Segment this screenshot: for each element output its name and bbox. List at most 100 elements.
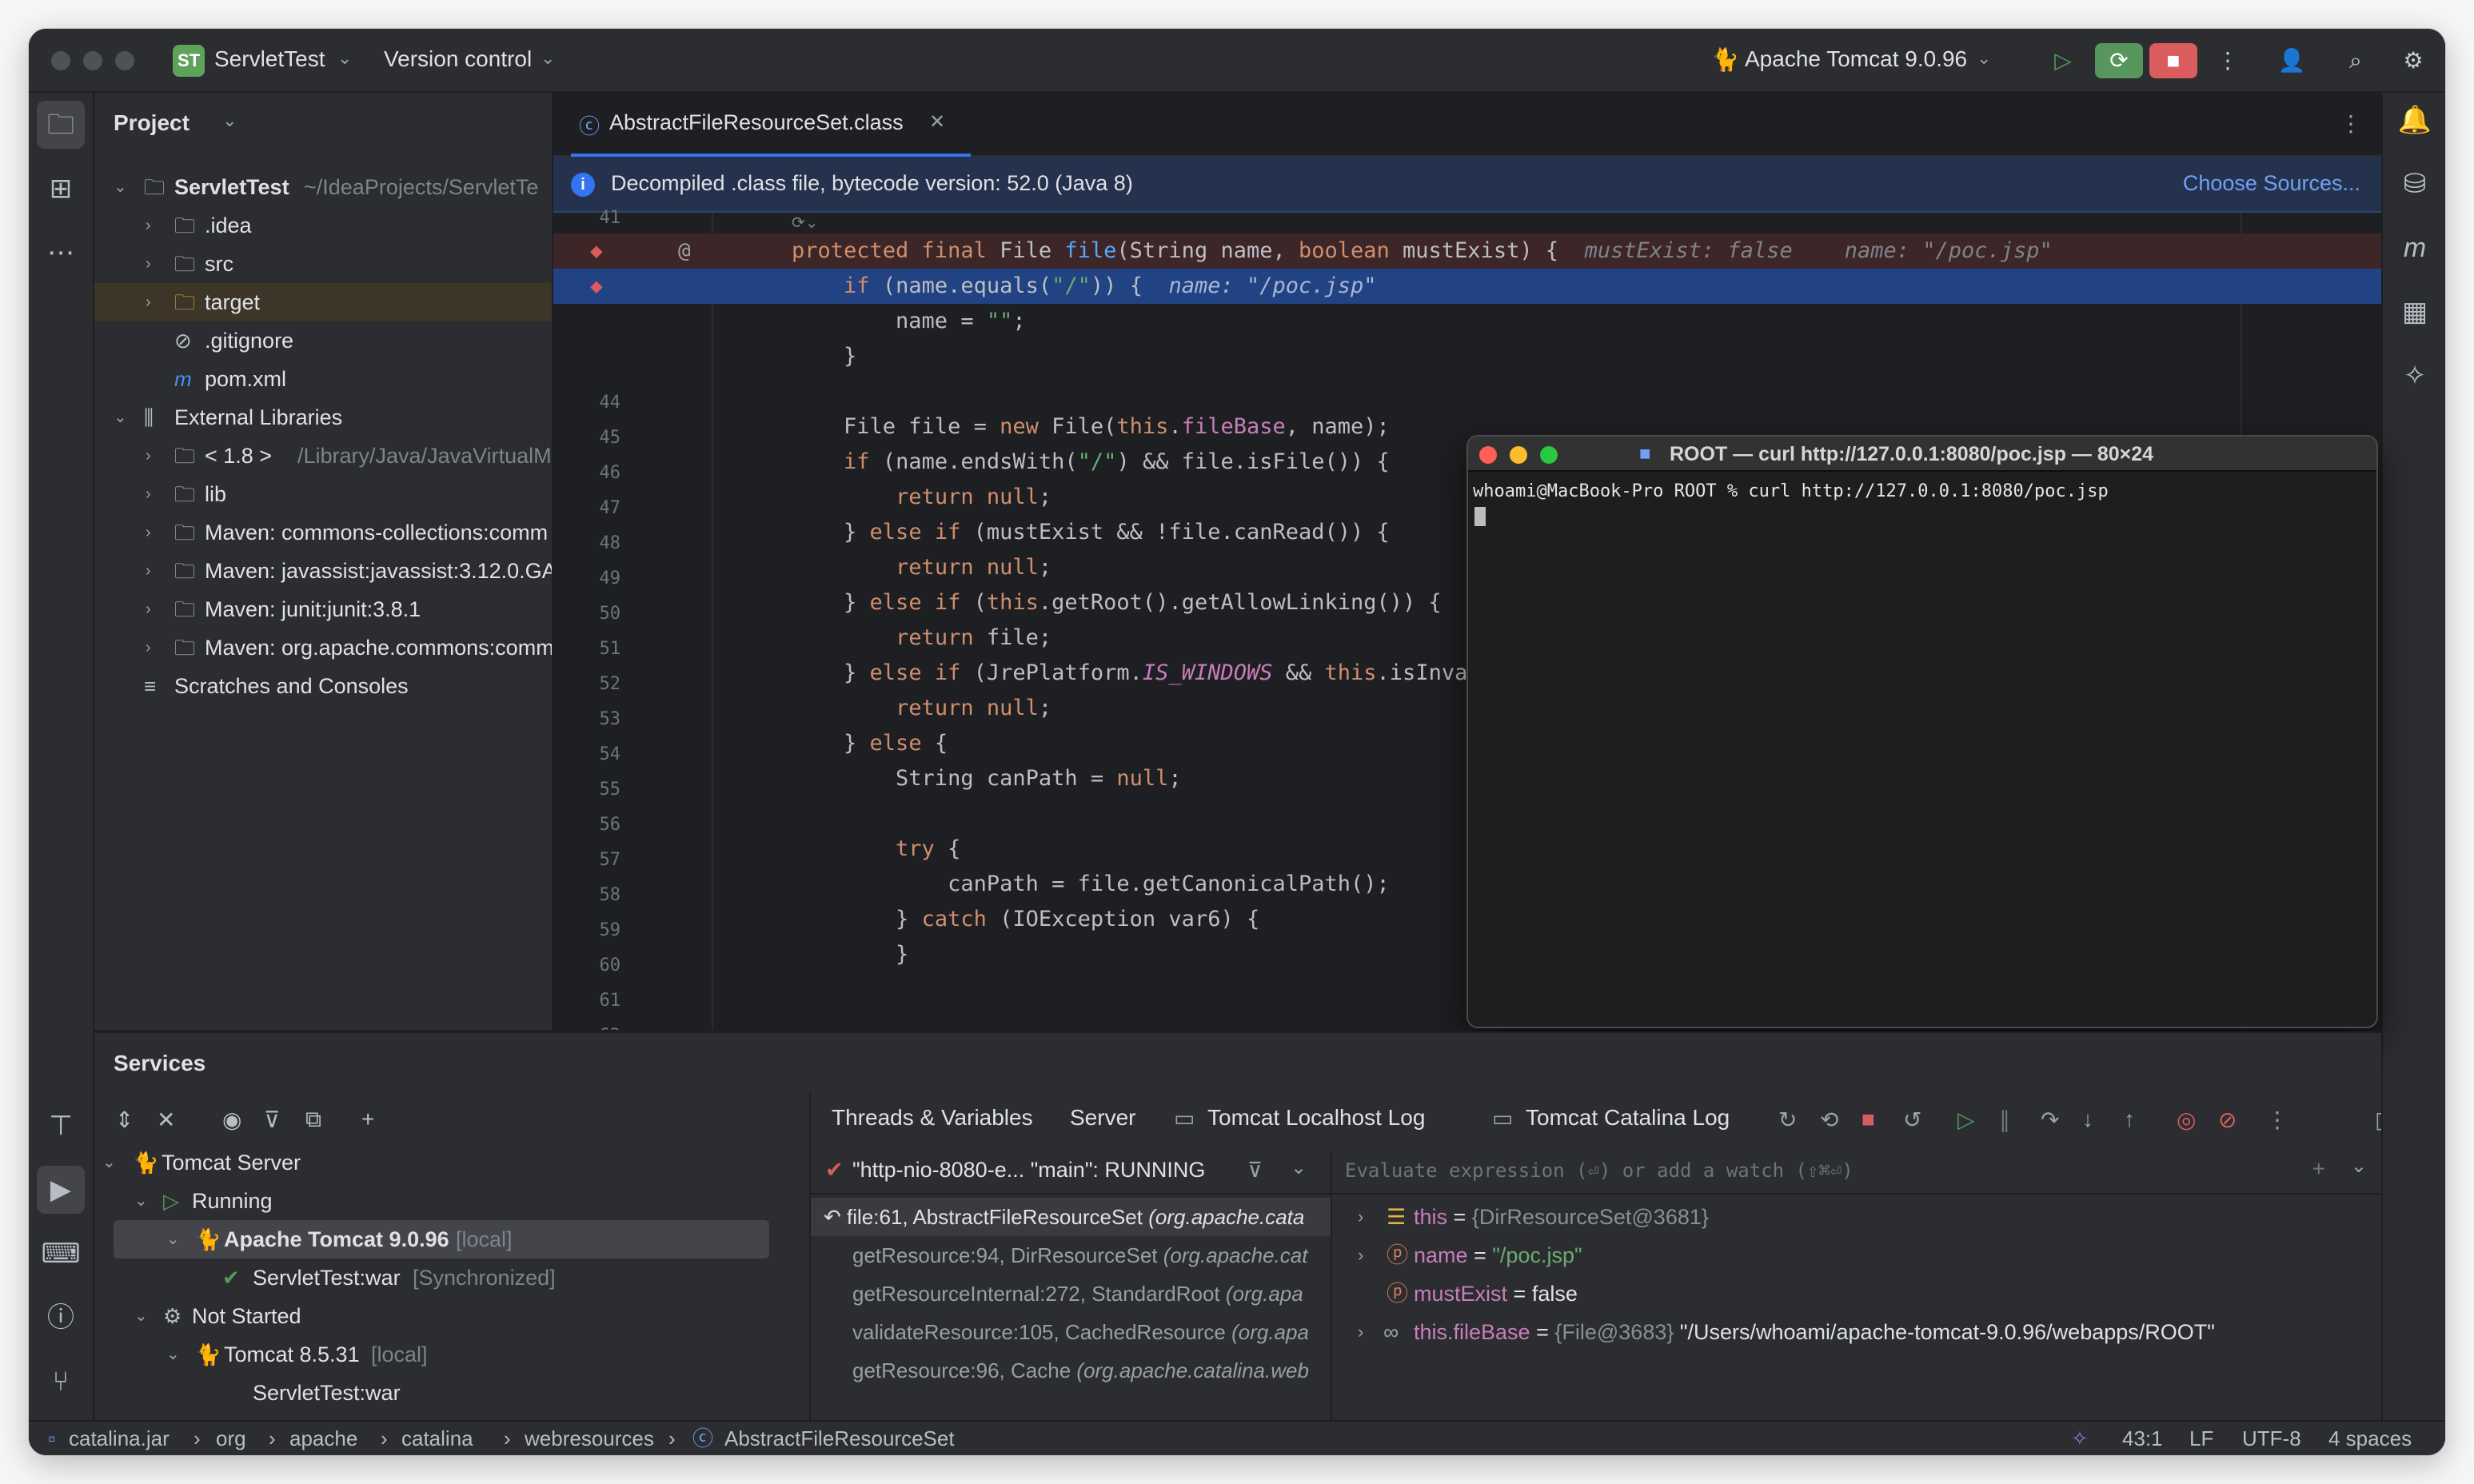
code-line[interactable]: ◆ @ protected final File file(String nam…	[553, 233, 2381, 269]
structure-icon[interactable]: ⊞	[37, 165, 85, 213]
run-configuration[interactable]: Apache Tomcat 9.0.96	[1745, 46, 1967, 72]
stop-icon[interactable]: ■	[2149, 43, 2197, 78]
notifications-icon[interactable]: 🔔	[2391, 96, 2439, 144]
tab-server[interactable]: Server	[1070, 1105, 1135, 1131]
calculator-icon[interactable]: ▦	[2391, 288, 2439, 336]
terminal-window[interactable]: ■ ROOT — curl http://127.0.0.1:8080/poc.…	[1466, 435, 2378, 1028]
service-node[interactable]: ✔ ServletTest:war [Synchronized]	[94, 1259, 782, 1297]
stack-frame[interactable]: validateResource:105, CachedResource (or…	[811, 1313, 1331, 1351]
file-encoding[interactable]: UTF-8	[2242, 1422, 2301, 1455]
filter-icon[interactable]: ⊽	[264, 1107, 281, 1133]
chevron-right-icon[interactable]: ›	[1358, 1313, 1363, 1351]
add-watch-icon[interactable]: +	[2312, 1156, 2325, 1182]
breadcrumb[interactable]: webresources	[525, 1422, 654, 1455]
chevron-right-icon[interactable]: ›	[146, 283, 151, 321]
chevron-right-icon[interactable]: ›	[1358, 1198, 1363, 1236]
tab-catalina-log[interactable]: Tomcat Catalina Log	[1526, 1105, 1730, 1131]
expand-icon[interactable]: ⌄	[134, 1182, 148, 1220]
chevron-down-icon[interactable]: ⌄	[2351, 1155, 2367, 1178]
tree-item-gitignore[interactable]: ⊘ .gitignore	[94, 321, 552, 360]
maven-icon[interactable]: m	[2391, 224, 2439, 272]
choose-sources-link[interactable]: Choose Sources...	[2183, 171, 2360, 196]
chevron-right-icon[interactable]: ›	[146, 475, 151, 513]
redeploy-icon[interactable]: ⟲	[1820, 1107, 1838, 1133]
problems-icon[interactable]: ⓘ	[37, 1294, 85, 1342]
add-user-icon[interactable]: 👤	[2268, 43, 2316, 78]
minimize-window-button[interactable]	[83, 51, 102, 70]
editor-tab[interactable]: ⓒ AbstractFileResourceSet.class ✕	[571, 93, 971, 157]
settings-icon[interactable]: ⚙	[2389, 43, 2437, 78]
project-name[interactable]: ServletTest	[214, 46, 325, 72]
stack-frame[interactable]: getResource:96, Cache (org.apache.catali…	[811, 1351, 1331, 1390]
view-options-icon[interactable]: ◉	[222, 1107, 241, 1133]
code-line[interactable]: }	[553, 339, 2381, 374]
pause-icon[interactable]: ∥	[1999, 1107, 2010, 1133]
search-icon[interactable]: ⌕	[2332, 43, 2380, 78]
breadcrumb[interactable]: apache	[289, 1422, 357, 1455]
ai-assistant-icon[interactable]: ✧	[2391, 352, 2439, 400]
ai-assistant-icon[interactable]: ✧	[2071, 1422, 2089, 1455]
breakpoint-icon[interactable]: ◆	[590, 233, 603, 269]
stop-icon[interactable]: ■	[1861, 1107, 1875, 1132]
tree-item-maven-lib[interactable]: › 🗀 Maven: org.apache.commons:comm	[94, 628, 552, 667]
close-icon[interactable]: ✕	[929, 110, 945, 134]
chevron-down-icon[interactable]: ⌄	[1977, 48, 1991, 69]
override-icon[interactable]: @	[678, 233, 691, 269]
database-icon[interactable]: ⛁	[2391, 160, 2439, 208]
service-node[interactable]: ⌄ ⚙ Not Started	[94, 1297, 782, 1335]
tree-item-pom[interactable]: m pom.xml	[94, 360, 552, 398]
terminal-title-bar[interactable]: ■ ROOT — curl http://127.0.0.1:8080/poc.…	[1468, 437, 2376, 472]
expand-icon[interactable]: ⌄	[166, 1335, 180, 1374]
code-line-current[interactable]: ◆ if (name.equals("/")) { name: "/poc.js…	[553, 269, 2381, 304]
tree-item-jdk[interactable]: › 🗀 < 1.8 > /Library/Java/JavaVirtualMa	[94, 437, 552, 475]
thread-selector[interactable]: ✔ "http-nio-8080-e... "main": RUNNING ⊽ …	[811, 1151, 1331, 1195]
tree-item-maven-lib[interactable]: › 🗀 Maven: junit:junit:3.8.1	[94, 590, 552, 628]
terminal-minimize-button[interactable]	[1510, 446, 1527, 464]
step-into-icon[interactable]: ↓	[2082, 1107, 2093, 1132]
step-over-icon[interactable]: ↷	[2041, 1107, 2059, 1133]
step-out-icon[interactable]: ↑	[2124, 1107, 2135, 1132]
tree-item-scratches[interactable]: ≡ Scratches and Consoles	[94, 667, 552, 705]
more-actions-icon[interactable]: ⋮	[2204, 43, 2252, 78]
caret-position[interactable]: 43:1	[2122, 1422, 2163, 1455]
code-line[interactable]	[553, 374, 2381, 409]
terminal-icon[interactable]: ⌨	[37, 1230, 85, 1278]
view-breakpoints-icon[interactable]: ◎	[2177, 1107, 2196, 1133]
tree-item-idea[interactable]: › 🗀 .idea	[94, 206, 552, 245]
line-separator[interactable]: LF	[2189, 1422, 2213, 1455]
tree-item-target[interactable]: › 🗀 target	[94, 283, 552, 321]
breadcrumb[interactable]: catalina	[401, 1422, 473, 1455]
tab-threads-variables[interactable]: Threads & Variables	[832, 1105, 1033, 1131]
code-line[interactable]: name = "";	[553, 304, 2381, 339]
debug-icon[interactable]: ⟳	[2095, 43, 2143, 78]
chevron-right-icon[interactable]: ›	[146, 590, 151, 628]
chevron-down-icon[interactable]: ⌄	[541, 48, 555, 69]
chevron-down-icon[interactable]: ⌄	[222, 110, 237, 131]
tree-item-lib[interactable]: › 🗀 lib	[94, 475, 552, 513]
breadcrumb[interactable]: catalina.jar	[69, 1422, 170, 1455]
close-window-button[interactable]	[51, 51, 70, 70]
evaluate-expression-input[interactable]: Evaluate expression (⏎) or add a watch (…	[1332, 1151, 2381, 1195]
stack-frame[interactable]: getResourceInternal:272, StandardRoot (o…	[811, 1275, 1331, 1313]
collapse-all-icon[interactable]: ✕	[157, 1107, 175, 1133]
restart-icon[interactable]: ↺	[1903, 1107, 1921, 1133]
project-badge[interactable]: ST	[173, 45, 205, 77]
more-actions-icon[interactable]: ⋮	[2340, 110, 2362, 137]
expand-icon[interactable]: ⌄	[114, 168, 127, 206]
tree-item-external-libraries[interactable]: ⌄ ⫼ External Libraries	[94, 398, 552, 437]
stack-frame-selected[interactable]: ↶ file:61, AbstractFileResourceSet (org.…	[811, 1198, 1331, 1236]
expand-all-icon[interactable]: ⇕	[115, 1107, 134, 1133]
chevron-right-icon[interactable]: ›	[146, 513, 151, 552]
folder-icon[interactable]: 🗀	[37, 101, 85, 149]
service-node[interactable]: ⌄ 🐈 Tomcat 8.5.31 [local]	[94, 1335, 782, 1374]
mute-breakpoints-icon[interactable]: ⊘	[2218, 1107, 2237, 1133]
filter-icon[interactable]: ⊽	[1247, 1158, 1263, 1183]
expand-icon[interactable]: ⌄	[166, 1220, 180, 1259]
build-icon[interactable]: ⊤	[37, 1102, 85, 1150]
terminal-close-button[interactable]	[1479, 446, 1497, 464]
service-node[interactable]: ⌄ 🐈 Tomcat Server	[94, 1143, 782, 1182]
chevron-down-icon[interactable]: ⌄	[337, 48, 352, 69]
tree-item-maven-lib[interactable]: › 🗀 Maven: commons-collections:comm	[94, 513, 552, 552]
expand-icon[interactable]: ⌄	[134, 1297, 148, 1335]
breadcrumb[interactable]: org	[216, 1422, 246, 1455]
